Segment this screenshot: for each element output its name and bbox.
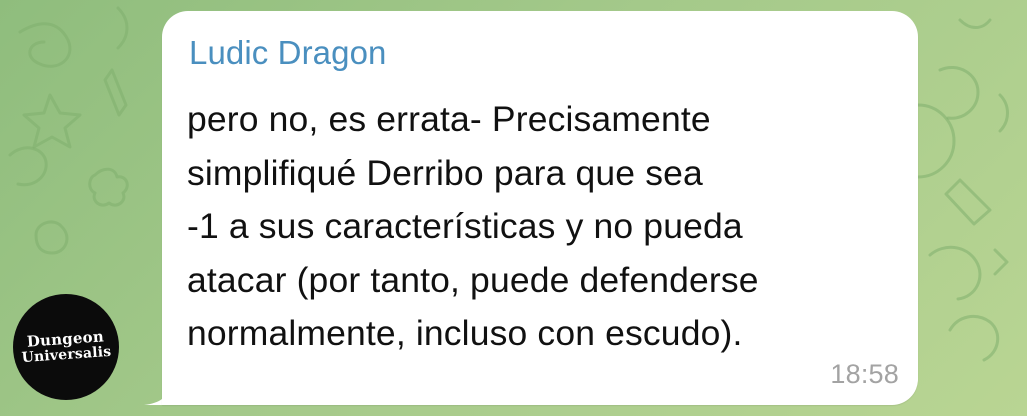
message-line: -1 a sus características y no pueda <box>187 206 743 246</box>
message-line: simplifiqué Derribo para que sea <box>187 152 703 193</box>
message-line: normalmente, incluso con escudo). <box>187 313 743 353</box>
message-line: atacar (por tanto, puede defenderse <box>187 259 759 300</box>
message-text: pero no, es errata- Precisamente simplif… <box>187 93 887 361</box>
message-timestamp: 18:58 <box>830 359 899 389</box>
message-line: pero no, es errata- Precisamente <box>187 99 711 139</box>
avatar[interactable]: Dungeon Universalis <box>13 294 119 400</box>
sender-name[interactable]: Ludic Dragon <box>189 34 387 72</box>
message-bubble[interactable]: Ludic Dragon pero no, es errata- Precisa… <box>162 11 918 405</box>
dungeon-universalis-logo: Dungeon Universalis <box>20 327 112 366</box>
